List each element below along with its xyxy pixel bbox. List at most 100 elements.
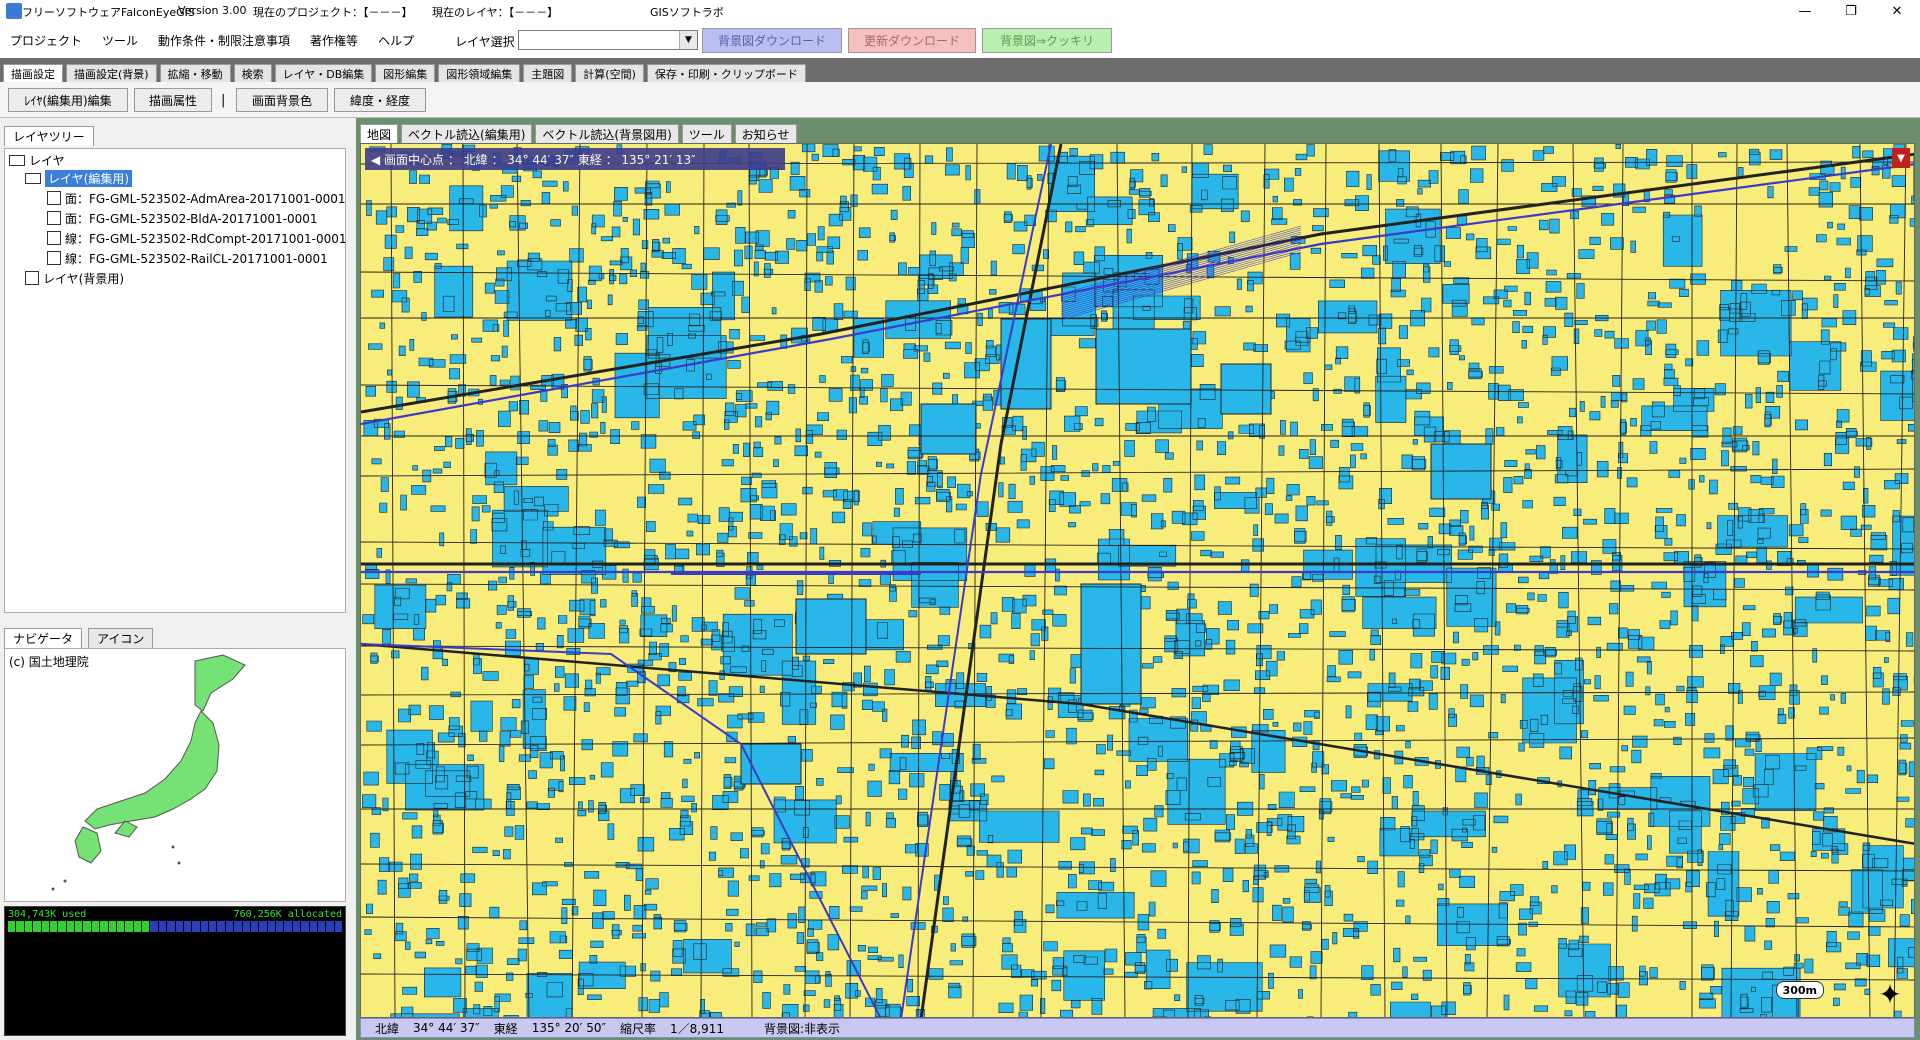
- memory-bar-cell: [116, 921, 125, 932]
- status-lon-label: 東経: [493, 1021, 518, 1036]
- layer-edit-button[interactable]: ﾚｲﾔ(編集用)編集: [8, 88, 128, 112]
- tree-file-railcl[interactable]: 線：FG-GML-523502-RailCL-20171001-0001: [47, 249, 328, 267]
- memory-bar-cell: [242, 921, 250, 932]
- left-panel: レイヤツリー レイヤ レイヤ(編集用) 面：FG-GML-523502-AdmA…: [0, 118, 350, 1040]
- map-large-building: [740, 743, 802, 785]
- tree-file-blda[interactable]: 面：FG-GML-523502-BldA-20171001-0001: [47, 209, 318, 227]
- navigator-panel: (c) 国土地理院: [4, 648, 346, 902]
- memory-bar-cell: [142, 921, 150, 932]
- compass-icon: ✦: [1878, 978, 1902, 1011]
- tab-vector-load-bg[interactable]: ベクトル読込(背景図用): [535, 124, 679, 143]
- tab-layer-db-edit[interactable]: レイヤ・DB編集: [274, 64, 373, 82]
- memory-bar-cell: [309, 921, 317, 932]
- memory-bar-cell: [167, 921, 175, 932]
- tab-search[interactable]: 検索: [233, 64, 272, 82]
- tab-thematic-map[interactable]: 主題図: [523, 64, 573, 82]
- tab-navigator[interactable]: ナビゲータ: [4, 628, 83, 648]
- map-large-building: [795, 598, 867, 655]
- memory-bar-cell: [150, 921, 158, 932]
- bg-color-button[interactable]: 画面背景色: [236, 88, 328, 112]
- japan-map[interactable]: [5, 649, 345, 901]
- status-lat: 34° 44′ 37″: [413, 1021, 480, 1035]
- file-icon: [47, 211, 61, 225]
- map-large-building: [1095, 328, 1192, 405]
- latlon-button[interactable]: 緯度・経度: [334, 88, 426, 112]
- memory-bar-cell: [16, 921, 24, 932]
- memory-bar-cell: [108, 921, 116, 932]
- memory-bar: [8, 921, 342, 932]
- tree-edit-layer[interactable]: レイヤ(編集用): [25, 169, 133, 187]
- memory-bar-cell: [209, 921, 217, 932]
- menu-project[interactable]: プロジェクト: [0, 32, 92, 49]
- tab-layer-tree[interactable]: レイヤツリー: [4, 126, 94, 146]
- file-icon: [47, 191, 61, 205]
- status-lat-label: 北緯: [375, 1021, 400, 1036]
- status-lon: 135° 20′ 50″: [531, 1021, 606, 1035]
- tab-draw-settings-bg[interactable]: 描画設定(背景): [66, 64, 157, 82]
- maximize-button[interactable]: ❐: [1828, 0, 1874, 22]
- tab-draw-settings[interactable]: 描画設定: [3, 64, 63, 82]
- tab-map[interactable]: 地図: [360, 124, 399, 143]
- memory-bar-cell: [91, 921, 100, 932]
- bg-clear-button[interactable]: 背景図⇒クッキリ: [982, 28, 1112, 53]
- folder-icon: [9, 154, 25, 166]
- memory-bar-cell: [250, 921, 259, 932]
- map-center-label[interactable]: ◀ 画面中心点 ： 北緯 ： 34° 44′ 37″ 東経 ： 135° 21′…: [365, 148, 785, 170]
- memory-bar-cell: [83, 921, 91, 932]
- memory-bar-cell: [326, 921, 334, 932]
- tab-shape-area-edit[interactable]: 図形領域編集: [438, 64, 521, 82]
- update-download-button[interactable]: 更新ダウンロード: [848, 28, 976, 53]
- tree-root[interactable]: レイヤ: [9, 151, 65, 169]
- tree-bg-layer-label: レイヤ(背景用): [43, 271, 125, 286]
- tab-notices[interactable]: お知らせ: [734, 124, 797, 143]
- minimize-button[interactable]: —: [1782, 0, 1828, 22]
- collapse-arrow-icon[interactable]: ▼: [1892, 148, 1910, 168]
- tree-file-rdcompt[interactable]: 線：FG-GML-523502-RdCompt-20171001-0001: [47, 229, 347, 247]
- tree-file-label: 線：FG-GML-523502-RdCompt-20171001-0001: [65, 231, 347, 246]
- app-version: Version 3.00: [178, 4, 247, 17]
- menu-help[interactable]: ヘルプ: [368, 32, 424, 49]
- tab-map-tools[interactable]: ツール: [681, 124, 732, 143]
- menu-conditions[interactable]: 動作条件・制限注意事項: [148, 32, 300, 49]
- sub-toolbar: ﾚｲﾔ(編集用)編集 描画属性 | 画面背景色 緯度・経度: [0, 82, 1920, 118]
- tab-zoom-move[interactable]: 拡縮・移動: [159, 64, 231, 82]
- status-bar: 北緯 34° 44′ 37″ 東経 135° 20′ 50″ 縮尺率 1／8,9…: [360, 1018, 1915, 1038]
- draw-attr-button[interactable]: 描画属性: [134, 88, 212, 112]
- memory-bar-cell: [225, 921, 234, 932]
- current-layer: 現在のレイヤ：【－－－】: [432, 6, 559, 19]
- layer-tree: レイヤ レイヤ(編集用) 面：FG-GML-523502-AdmArea-201…: [4, 148, 347, 613]
- memory-bar-cell: [183, 921, 192, 932]
- memory-used: 304,743K used: [8, 909, 87, 920]
- memory-bar-cell: [276, 921, 284, 932]
- memory-bar-cell: [175, 921, 183, 932]
- menu-tools[interactable]: ツール: [92, 32, 148, 49]
- tab-spatial-calc[interactable]: 計算(空間): [575, 64, 644, 82]
- memory-bar-cell: [49, 921, 58, 932]
- title-bar: フリーソフトウェアFalconEyeGIS Version 3.00 現在のプロ…: [0, 0, 1920, 22]
- map-graphics: [361, 144, 1914, 1017]
- map-rail-yard: [671, 571, 921, 575]
- tab-icon[interactable]: アイコン: [88, 628, 154, 648]
- map-canvas[interactable]: ◀ 画面中心点 ： 北緯 ： 34° 44′ 37″ 東経 ： 135° 21′…: [360, 143, 1915, 1018]
- layer-select[interactable]: ▼: [518, 30, 698, 50]
- tab-vector-load-edit[interactable]: ベクトル読込(編集用): [401, 124, 533, 143]
- memory-bar-cell: [58, 921, 66, 932]
- tree-bg-layer[interactable]: レイヤ(背景用): [25, 269, 124, 287]
- memory-bar-cell: [125, 921, 133, 932]
- tree-file-admarea[interactable]: 面：FG-GML-523502-AdmArea-20171001-0001: [47, 189, 346, 207]
- tab-shape-edit[interactable]: 図形編集: [375, 64, 436, 82]
- tab-save-print[interactable]: 保存・印刷・クリップボード: [646, 64, 806, 82]
- file-icon: [25, 271, 39, 285]
- memory-bar-cell: [100, 921, 108, 932]
- navigator-credit: (c) 国土地理院: [9, 655, 89, 669]
- menu-copyright[interactable]: 著作権等: [300, 32, 368, 49]
- memory-bar-cell: [259, 921, 267, 932]
- memory-allocated: 760,256K allocated: [233, 909, 342, 920]
- tree-edit-layer-label: レイヤ(編集用): [45, 169, 133, 187]
- bg-download-button[interactable]: 背景図ダウンロード: [702, 28, 842, 53]
- map-large-building: [1000, 318, 1052, 410]
- chevron-down-icon[interactable]: ▼: [679, 31, 697, 49]
- memory-bar-cell: [234, 921, 242, 932]
- lab-name: GISソフトラボ: [650, 6, 724, 19]
- close-button[interactable]: ✕: [1874, 0, 1920, 22]
